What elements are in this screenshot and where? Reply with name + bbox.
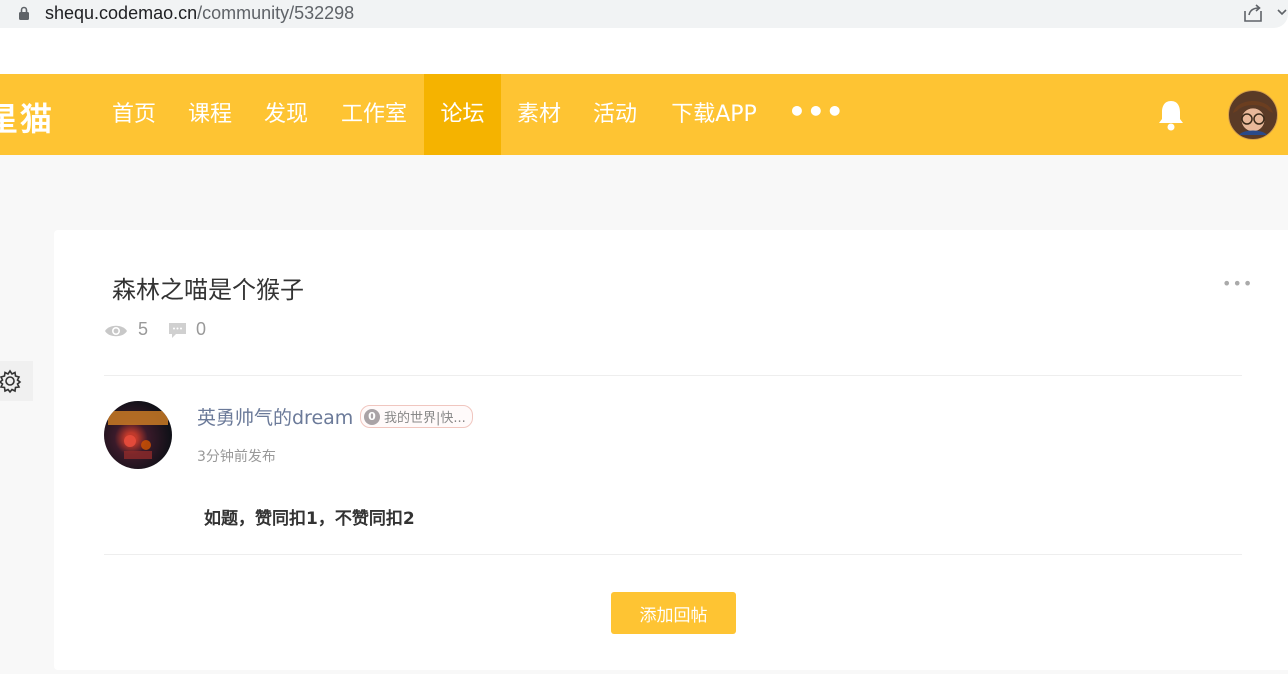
post-body: 如题，赞同扣1，不赞同扣2: [204, 509, 415, 529]
nav-item-courses[interactable]: 课程: [172, 74, 248, 155]
avatar-illustration-icon: [1233, 101, 1273, 135]
author-badge[interactable]: 0 我的世界|快...: [360, 405, 473, 428]
author-name[interactable]: 英勇帅气的dream: [197, 403, 353, 430]
url-host: shequ.codemao.cn: [45, 3, 198, 23]
nav-item-materials[interactable]: 素材: [501, 74, 577, 155]
badge-text: 我的世界|快...: [384, 411, 466, 426]
nav-item-home[interactable]: 首页: [96, 74, 172, 155]
browser-toolbar: shequ.codemao.cn/community/532298: [0, 0, 1288, 74]
divider: [104, 375, 1242, 376]
post-time: 3分钟前发布: [197, 449, 276, 465]
gear-icon: [0, 369, 22, 394]
address-bar[interactable]: shequ.codemao.cn/community/532298: [0, 0, 1288, 28]
url-text[interactable]: shequ.codemao.cn/community/532298: [45, 1, 354, 25]
add-reply-button[interactable]: 添加回帖: [611, 592, 736, 634]
chevron-down-icon[interactable]: [1276, 6, 1288, 18]
nav-item-events[interactable]: 活动: [577, 74, 653, 155]
avatar-banner-icon: [108, 411, 168, 425]
eye-icon: [105, 325, 127, 337]
user-avatar[interactable]: [1228, 90, 1278, 140]
comment-count: 0: [196, 319, 207, 339]
post-more-icon[interactable]: •••: [1222, 274, 1253, 293]
bell-icon[interactable]: [1155, 98, 1187, 132]
url-path: /community/532298: [197, 3, 355, 23]
settings-side-tab[interactable]: [0, 361, 33, 401]
comment-icon: [169, 323, 186, 338]
nav-more-icon[interactable]: •••: [788, 74, 845, 155]
post-title: 森林之喵是个猴子: [112, 276, 304, 304]
divider: [104, 554, 1242, 555]
nav-item-download-app[interactable]: 下载APP: [653, 74, 775, 155]
badge-level: 0: [364, 408, 380, 425]
author-avatar[interactable]: [104, 401, 172, 469]
nav-item-studio[interactable]: 工作室: [324, 74, 424, 155]
share-icon[interactable]: [1242, 3, 1264, 23]
view-count: 5: [138, 319, 149, 339]
nav-item-discover[interactable]: 发现: [248, 74, 324, 155]
site-navbar: 星猫 首页 课程 发现 工作室 论坛 素材 活动 下载APP •••: [0, 74, 1288, 155]
site-logo[interactable]: 星猫: [0, 94, 54, 140]
lock-icon: [19, 6, 29, 20]
nav-item-forum[interactable]: 论坛: [424, 74, 501, 155]
